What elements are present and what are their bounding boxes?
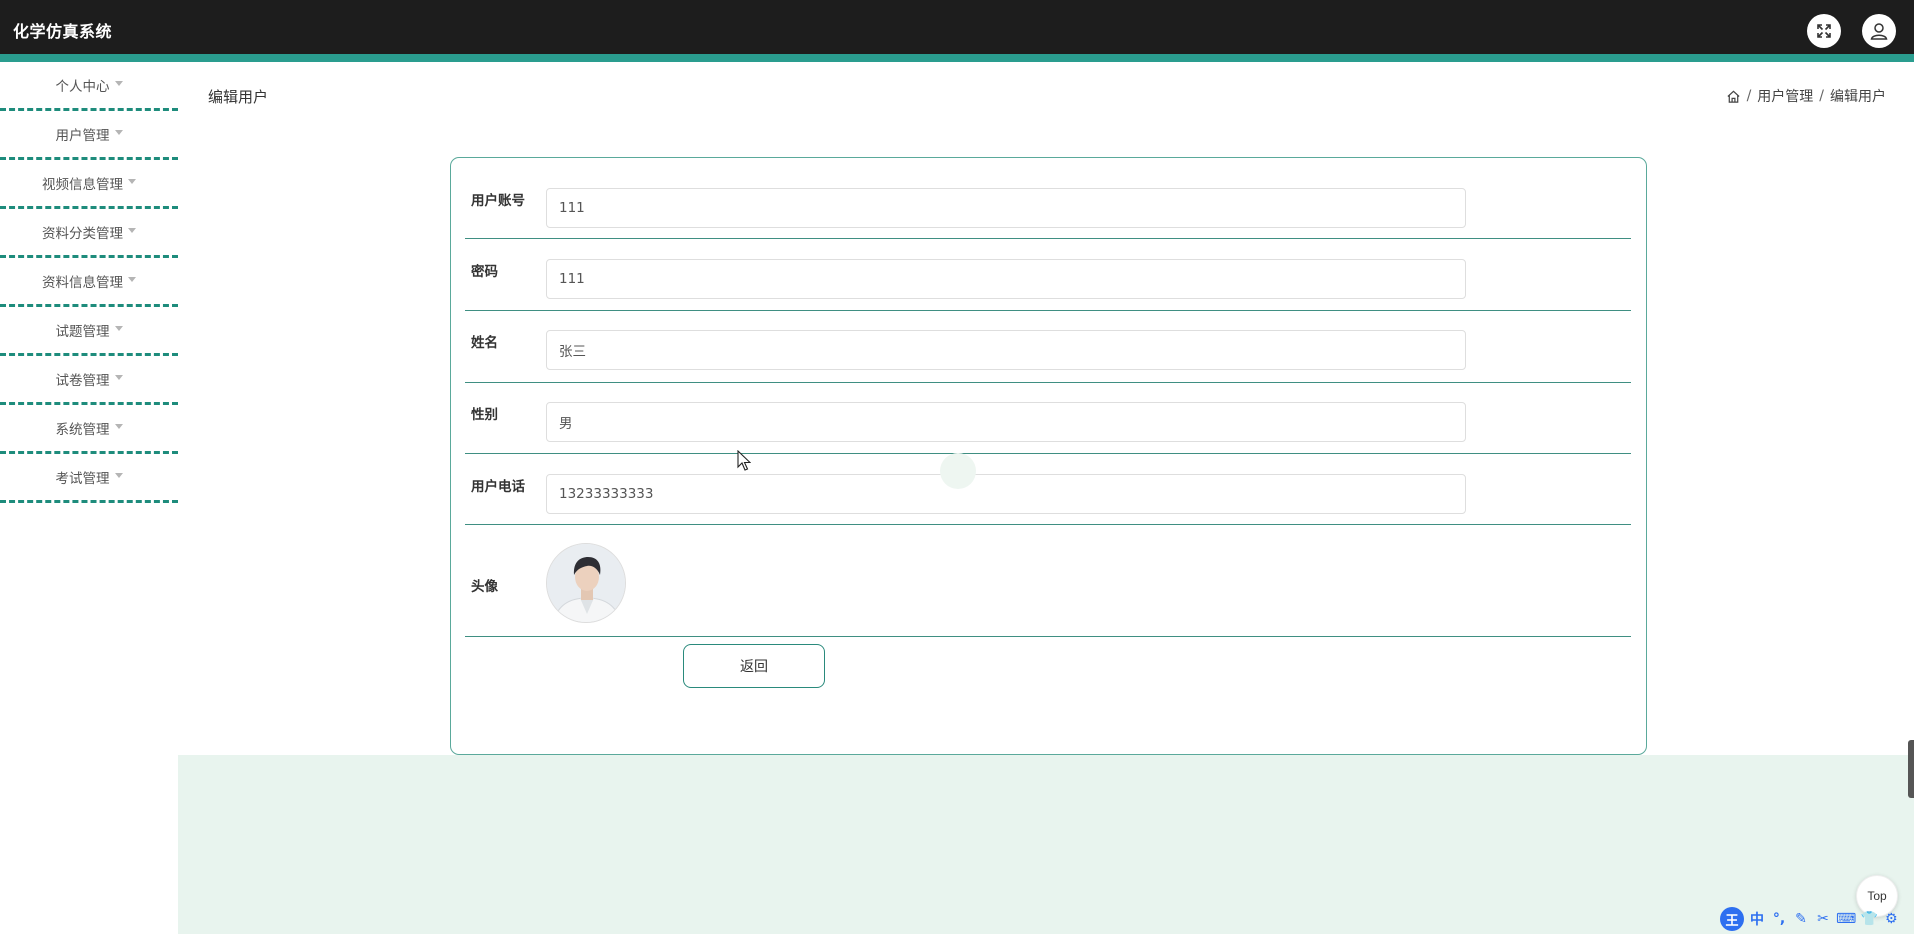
phone-label: 用户电话 xyxy=(471,479,525,495)
sidebar-item-label: 试卷管理 xyxy=(55,373,110,389)
password-label: 密码 xyxy=(471,264,498,280)
form-row-account: 用户账号 xyxy=(465,158,1631,239)
mouse-cursor-icon xyxy=(737,450,751,471)
app-title: 化学仿真系统 xyxy=(13,22,113,41)
form-row-name: 姓名 xyxy=(465,312,1631,383)
sidebar-item-paper-management[interactable]: 试卷管理 xyxy=(0,356,178,405)
caret-down-icon xyxy=(128,276,136,282)
sidebar-item-label: 个人中心 xyxy=(55,79,110,95)
breadcrumb-separator: / xyxy=(1746,88,1752,104)
account-label: 用户账号 xyxy=(471,193,525,209)
sidebar-item-label: 资料分类管理 xyxy=(42,226,123,242)
sidebar-item-personal-center[interactable]: 个人中心 xyxy=(0,62,178,111)
account-input[interactable] xyxy=(546,188,1466,228)
top-bar-accent xyxy=(0,54,1914,62)
password-input[interactable] xyxy=(546,259,1466,299)
ime-toolbar: 王 中 °, ✎ ✂ ⌨ 👕 ⚙ xyxy=(1720,907,1900,931)
user-icon xyxy=(1870,23,1888,40)
sidebar-item-label: 系统管理 xyxy=(55,422,110,438)
ime-skin-icon[interactable]: 👕 xyxy=(1860,909,1878,929)
breadcrumb-edit-user: 编辑用户 xyxy=(1830,89,1886,105)
sidebar-item-video-management[interactable]: 视频信息管理 xyxy=(0,160,178,209)
ime-punctuation-icon[interactable]: °, xyxy=(1770,909,1788,929)
fullscreen-button[interactable] xyxy=(1807,14,1841,48)
fullscreen-icon xyxy=(1817,24,1831,38)
breadcrumb-separator: / xyxy=(1819,88,1824,104)
sidebar-nav: 个人中心 用户管理 视频信息管理 资料分类管理 资料信息管理 试题管理 试卷管理… xyxy=(0,62,178,503)
ime-keyboard-icon[interactable]: ⌨ xyxy=(1836,909,1856,929)
form-row-password: 密码 xyxy=(465,240,1631,311)
ime-logo-icon[interactable]: 王 xyxy=(1720,907,1744,931)
caret-down-icon xyxy=(128,178,136,184)
side-panel-tab[interactable] xyxy=(1908,740,1914,798)
avatar-image xyxy=(547,544,625,622)
breadcrumb: / 用户管理 / 编辑用户 xyxy=(1726,86,1886,106)
sidebar-item-label: 视频信息管理 xyxy=(42,177,123,193)
form-row-gender: 性别 xyxy=(465,383,1631,454)
caret-down-icon xyxy=(128,227,136,233)
top-bar: 化学仿真系统 xyxy=(0,0,1914,54)
caret-down-icon xyxy=(114,472,123,478)
ime-screenshot-icon[interactable]: ✂ xyxy=(1814,909,1832,929)
sidebar-item-question-management[interactable]: 试题管理 xyxy=(0,307,178,356)
form-row-phone: 用户电话 xyxy=(465,454,1631,525)
edit-user-form-card: 用户账号 密码 姓名 性别 用户电话 头像 返回 xyxy=(450,157,1647,755)
sidebar-item-label: 考试管理 xyxy=(55,471,110,487)
sidebar-item-label: 试题管理 xyxy=(55,324,110,340)
gender-input[interactable] xyxy=(546,402,1466,442)
ime-handwriting-icon[interactable]: ✎ xyxy=(1792,909,1810,929)
content-footer-band xyxy=(178,755,1914,934)
page-title: 编辑用户 xyxy=(208,88,269,106)
ime-language-toggle[interactable]: 中 xyxy=(1748,909,1766,929)
sidebar-item-label: 资料信息管理 xyxy=(42,275,123,291)
avatar[interactable] xyxy=(546,543,626,623)
back-button[interactable]: 返回 xyxy=(683,644,825,688)
home-icon[interactable] xyxy=(1726,89,1741,104)
caret-down-icon xyxy=(114,374,123,380)
user-menu-button[interactable] xyxy=(1862,14,1896,48)
sidebar-item-user-management[interactable]: 用户管理 xyxy=(0,111,178,160)
sidebar-item-material-info[interactable]: 资料信息管理 xyxy=(0,258,178,307)
ime-settings-icon[interactable]: ⚙ xyxy=(1882,909,1900,929)
sidebar-item-system-management[interactable]: 系统管理 xyxy=(0,405,178,454)
sidebar-item-material-category[interactable]: 资料分类管理 xyxy=(0,209,178,258)
name-label: 姓名 xyxy=(471,335,498,351)
phone-input[interactable] xyxy=(546,474,1466,514)
gender-label: 性别 xyxy=(471,407,498,423)
caret-down-icon xyxy=(114,325,123,331)
caret-down-icon xyxy=(114,423,123,429)
click-ripple xyxy=(940,453,976,489)
caret-down-icon xyxy=(114,129,123,135)
caret-down-icon xyxy=(114,80,123,86)
sidebar-item-exam-management[interactable]: 考试管理 xyxy=(0,454,178,503)
sidebar-item-label: 用户管理 xyxy=(55,128,110,144)
avatar-label: 头像 xyxy=(471,579,498,595)
name-input[interactable] xyxy=(546,330,1466,370)
form-row-avatar: 头像 xyxy=(465,525,1631,637)
breadcrumb-user-management[interactable]: 用户管理 xyxy=(1757,86,1813,106)
